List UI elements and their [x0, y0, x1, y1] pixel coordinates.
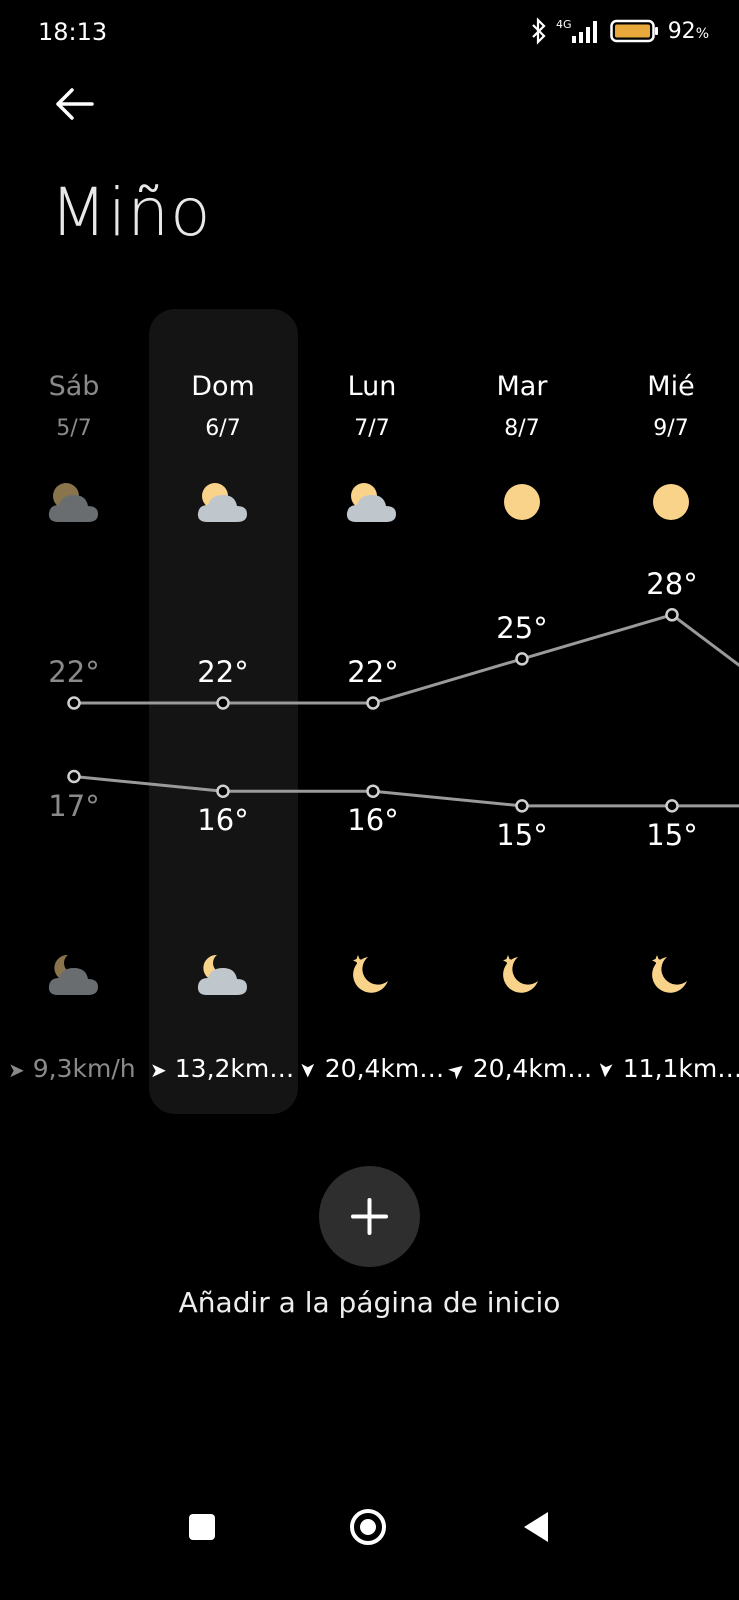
navigation-bar — [0, 1500, 739, 1600]
low-temp-point — [67, 769, 81, 784]
sunny-icon — [653, 484, 689, 520]
high-temp-point — [366, 696, 380, 710]
day-date: 7/7 — [354, 416, 390, 441]
wind-direction-icon: ➤ — [8, 1058, 25, 1082]
low-temp-point — [366, 784, 380, 798]
clear-night-icon — [652, 955, 687, 993]
high-temp-point — [665, 608, 679, 622]
wind-speed: ➤ 13,2km… — [150, 1054, 295, 1083]
day-column-wed[interactable]: Mié 9/7 — [601, 371, 739, 441]
wind-direction-icon: ➤ — [442, 1055, 471, 1085]
partly-cloudy-icon — [48, 483, 98, 522]
wind-speed: ➤ 9,3km/h — [8, 1054, 136, 1083]
status-icons: 4G 92% — [530, 16, 709, 46]
back-button[interactable] — [52, 84, 100, 124]
low-temp-label: 16° — [197, 803, 249, 838]
status-bar: 18:13 4G 92% — [0, 0, 739, 66]
day-name: Dom — [191, 371, 255, 402]
add-to-home-label[interactable]: Añadir a la página de inicio — [0, 1286, 739, 1319]
wind-direction-icon: ➤ — [593, 1060, 620, 1080]
bluetooth-icon — [531, 17, 546, 45]
day-date: 8/7 — [504, 416, 540, 441]
back-nav-icon[interactable] — [520, 1509, 552, 1545]
clear-night-icon — [353, 955, 388, 993]
day-name: Sáb — [48, 371, 100, 402]
clear-night-icon — [503, 955, 538, 993]
wind-speed: ➤20,4km… — [442, 1054, 593, 1085]
cloudy-night-icon — [48, 954, 98, 995]
partly-cloudy-icon — [197, 483, 247, 522]
battery-percentage: 92% — [667, 18, 709, 44]
partly-cloudy-icon — [346, 483, 396, 522]
wind-direction-icon: ➤ — [296, 1061, 321, 1079]
wind-speed: ➤20,4km… — [296, 1054, 445, 1083]
signal-icon: 4G — [556, 18, 597, 43]
day-date: 6/7 — [205, 416, 241, 441]
day-name: Mié — [647, 371, 695, 402]
high-temp-label: 25° — [496, 610, 548, 645]
low-temp-label: 15° — [496, 817, 548, 852]
wind-speed: ➤ 11,1km… — [593, 1054, 739, 1083]
day-column-sat[interactable]: Sáb 5/7 — [4, 371, 144, 441]
arrow-left-icon — [56, 88, 94, 120]
plus-icon — [351, 1198, 388, 1235]
low-temp-point — [216, 784, 230, 798]
page-title: Miño — [50, 174, 212, 251]
high-temp-point — [216, 696, 230, 710]
recents-icon[interactable] — [186, 1511, 218, 1543]
sunny-icon — [504, 484, 540, 520]
low-temp-label: 17° — [48, 788, 100, 823]
wind-direction-icon: ➤ — [150, 1058, 167, 1082]
home-icon[interactable] — [348, 1507, 388, 1547]
network-type-label: 4G — [556, 18, 572, 31]
high-temp-label: 28° — [646, 566, 698, 601]
status-time: 18:13 — [38, 18, 108, 46]
low-temp-line — [73, 775, 739, 808]
high-temp-label: 22° — [48, 655, 100, 689]
day-date: 9/7 — [653, 416, 689, 441]
low-temp-label: 16° — [347, 803, 399, 838]
low-temp-point — [515, 799, 529, 813]
day-column-mon[interactable]: Lun 7/7 — [302, 371, 442, 441]
low-temp-point — [665, 799, 679, 813]
day-name: Lun — [347, 371, 397, 402]
cloudy-night-icon — [197, 954, 247, 995]
add-to-home-button[interactable] — [319, 1166, 420, 1267]
day-column-sun[interactable]: Dom 6/7 — [153, 371, 293, 441]
high-temp-point — [515, 652, 529, 666]
day-date: 5/7 — [56, 416, 92, 441]
high-temp-label: 22° — [347, 655, 399, 689]
day-name: Mar — [496, 371, 548, 402]
high-temp-label: 22° — [197, 655, 249, 689]
low-temp-label: 15° — [646, 817, 698, 852]
battery-icon — [609, 19, 658, 43]
day-column-tue[interactable]: Mar 8/7 — [452, 371, 592, 441]
high-temp-point — [67, 696, 81, 710]
